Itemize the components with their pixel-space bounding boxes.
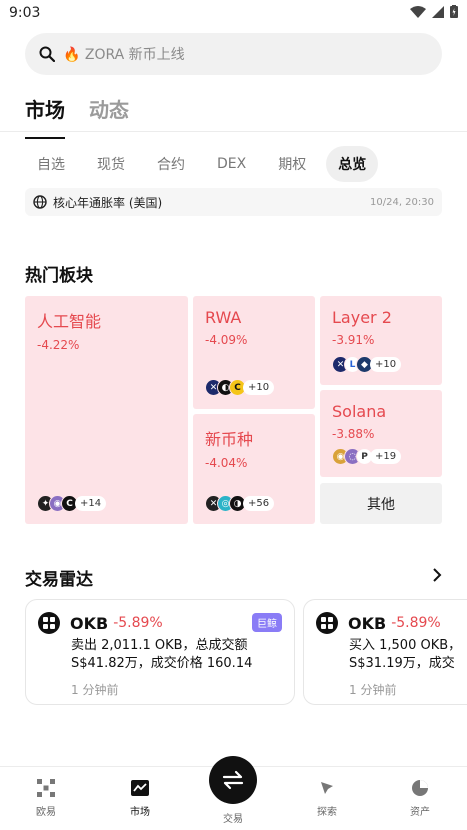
nav-assets[interactable]: 资产 [390, 779, 450, 818]
subtab-spot[interactable]: 现货 [85, 146, 137, 182]
radar-card-header: OKB -5.89% [316, 612, 455, 634]
nav-label-trade: 交易 [223, 814, 243, 825]
nav-market[interactable]: 市场 [110, 779, 170, 818]
sector-coins: ◉ ◌ P +19 [332, 448, 402, 465]
signal-icon [432, 5, 444, 18]
ticker-text: 核心年通胀率 (美国) [53, 195, 163, 210]
sector-change: -4.22% [37, 338, 80, 352]
nav-label: 资产 [410, 807, 430, 818]
tab-feed[interactable]: 动态 [89, 94, 129, 133]
sector-more-count: +14 [75, 496, 107, 511]
hot-sectors-title: 热门板块 [25, 266, 93, 286]
economic-event-ticker[interactable]: 核心年通胀率 (美国) 10/24, 20:30 [25, 188, 442, 216]
sub-tabs: 自选 现货 合约 DEX 期权 总览 [25, 146, 379, 182]
subtab-futures[interactable]: 合约 [145, 146, 197, 182]
compass-icon [321, 782, 333, 794]
sector-more-count: +10 [243, 380, 275, 395]
nav-label: 探索 [317, 807, 337, 818]
sector-change: -4.09% [205, 333, 248, 347]
sector-tile-rwa[interactable]: RWA -4.09% ✕ ◐ C +10 [193, 296, 315, 409]
search-bar[interactable]: 🔥 ZORA 新币上线 [25, 33, 442, 75]
sector-tile-layer2[interactable]: Layer 2 -3.91% ✕ L ◆ +10 [320, 296, 442, 385]
radar-token: OKB [70, 613, 109, 633]
search-placeholder: 🔥 ZORA 新币上线 [63, 47, 185, 63]
ticker-time: 10/24, 20:30 [370, 196, 434, 208]
okb-logo-icon [38, 612, 60, 634]
tab-market[interactable]: 市场 [25, 94, 65, 139]
chart-icon [131, 780, 149, 796]
radar-line-2: S$41.82万，成交价格 160.14 [71, 656, 253, 671]
sector-change: -3.88% [332, 427, 375, 441]
sector-name: 人工智能 [37, 312, 102, 331]
radar-time: 1 分钟前 [71, 683, 119, 697]
nav-okx[interactable]: 欧易 [16, 779, 76, 818]
subtab-options[interactable]: 期权 [266, 146, 318, 182]
wifi-icon [410, 5, 426, 18]
radar-line-2: S$31.19万，成交价格 160.14 [349, 656, 455, 671]
sector-more-count: +19 [370, 449, 402, 464]
nav-label: 市场 [130, 807, 150, 818]
radar-line-1: 卖出 2,011.1 OKB，总成交额 [71, 638, 248, 653]
status-time: 9:03 [9, 5, 41, 21]
sector-coins: ✕ ◐ C +10 [205, 379, 275, 396]
status-bar: 9:03 [0, 0, 467, 26]
sector-name: Solana [332, 402, 387, 421]
main-tabs: 市场 动态 [25, 94, 129, 139]
sector-tile-solana[interactable]: Solana -3.88% ◉ ◌ P +19 [320, 390, 442, 477]
sector-tile-new-coins[interactable]: 新币种 -4.04% ✕ ◎ ◑ +56 [193, 414, 315, 524]
status-icons [410, 5, 458, 18]
sector-change: -4.04% [205, 456, 248, 470]
pie-icon [412, 780, 428, 796]
sector-tile-ai[interactable]: 人工智能 -4.22% ✦ ◉ C +14 [25, 296, 188, 524]
sector-coins: ✕ ◎ ◑ +56 [205, 495, 275, 512]
battery-icon [450, 5, 458, 18]
globe-icon [33, 195, 47, 209]
sector-other-button[interactable]: 其他 [320, 483, 442, 524]
sector-name: 新币种 [205, 430, 254, 449]
sector-more-count: +10 [370, 357, 402, 372]
sector-name: RWA [205, 308, 242, 327]
sector-coins: ✕ L ◆ +10 [332, 356, 402, 373]
subtab-overview[interactable]: 总览 [326, 146, 379, 182]
search-icon [39, 46, 55, 62]
radar-card[interactable]: OKB -5.89% 买入 1,500 OKB，总成交额 S$31.19万，成交… [303, 599, 467, 705]
subtab-dex[interactable]: DEX [205, 148, 258, 180]
nav-explore[interactable]: 探索 [297, 779, 357, 818]
trade-button[interactable] [209, 756, 257, 804]
sector-coins: ✦ ◉ C +14 [37, 495, 107, 512]
sector-name: Layer 2 [332, 308, 392, 327]
whale-badge: 巨鲸 [252, 613, 282, 632]
swap-icon [222, 770, 244, 790]
subtab-watchlist[interactable]: 自选 [25, 146, 77, 182]
chevron-right-icon[interactable] [432, 568, 442, 582]
radar-card-header: OKB -5.89% [38, 612, 282, 634]
okb-logo-icon [316, 612, 338, 634]
sector-more-count: +56 [243, 496, 275, 511]
radar-change: -5.89% [391, 615, 441, 631]
nav-label: 欧易 [36, 807, 56, 818]
radar-change: -5.89% [113, 615, 163, 631]
radar-token: OKB [348, 613, 387, 633]
radar-line-1: 买入 1,500 OKB，总成交额 [349, 638, 455, 653]
tabs-divider [0, 131, 467, 132]
radar-time: 1 分钟前 [349, 683, 397, 697]
radar-card[interactable]: OKB -5.89% 巨鲸 卖出 2,011.1 OKB，总成交额 S$41.8… [25, 599, 295, 705]
okx-logo-icon [37, 779, 55, 797]
trade-radar-title: 交易雷达 [25, 570, 93, 590]
sector-change: -3.91% [332, 333, 375, 347]
